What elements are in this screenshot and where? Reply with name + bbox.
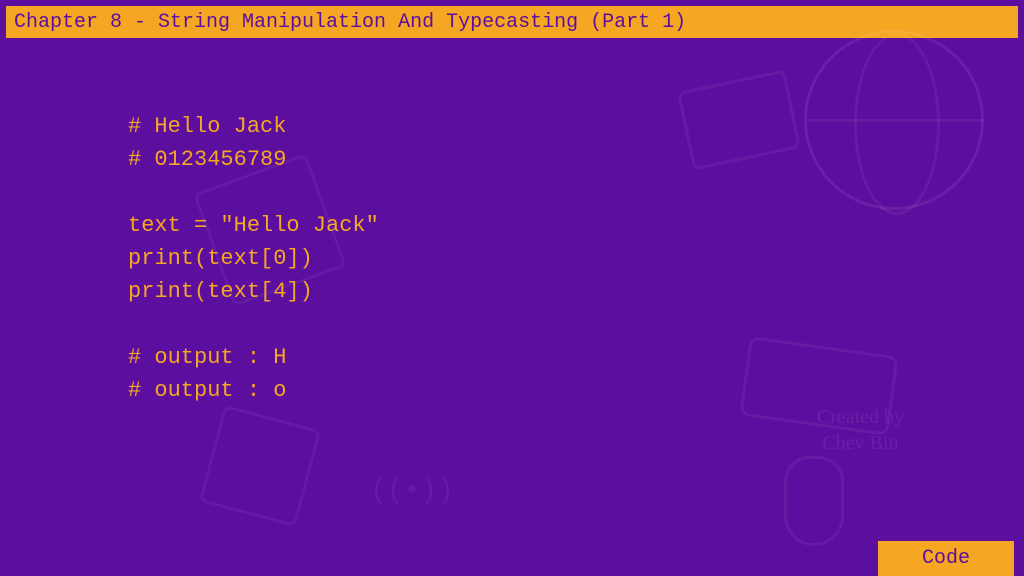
code-block: # Hello Jack # 0123456789 text = "Hello … [128, 110, 379, 407]
footer-badge-text: Code [922, 547, 970, 570]
header-bar: Chapter 8 - String Manipulation And Type… [6, 6, 1018, 38]
watermark-line2: Chev Bin [822, 432, 898, 454]
watermark-line1: Created by [817, 406, 904, 428]
mouse-icon [784, 456, 844, 546]
globe-icon [804, 30, 984, 210]
monitor-icon [677, 69, 801, 170]
watermark-credit: Created by Chev Bin [817, 404, 904, 456]
chip-icon [199, 405, 321, 527]
signal-icon [370, 476, 450, 556]
chapter-title: Chapter 8 - String Manipulation And Type… [14, 11, 686, 34]
footer-badge: Code [878, 541, 1014, 576]
